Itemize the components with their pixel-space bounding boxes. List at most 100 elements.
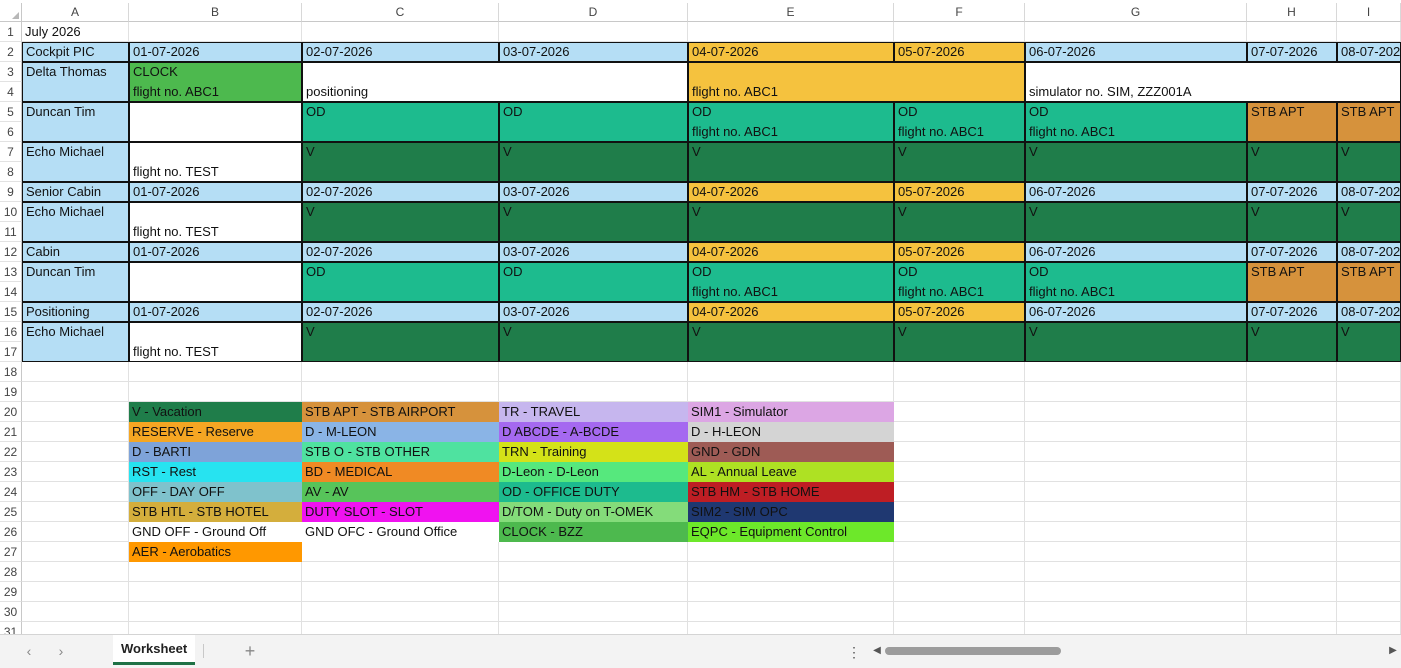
date-header[interactable]: 02-07-2026: [302, 242, 499, 262]
date-header[interactable]: 02-07-2026: [302, 182, 499, 202]
duty-positioning[interactable]: positioning: [302, 62, 688, 102]
legend-item[interactable]: BD - MEDICAL: [302, 462, 499, 482]
section-label[interactable]: Cabin: [22, 242, 129, 262]
column-header[interactable]: E: [688, 3, 894, 22]
date-header[interactable]: 06-07-2026: [1025, 42, 1247, 62]
duty-clock[interactable]: CLOCK flight no. ABC1: [129, 62, 302, 102]
row-header[interactable]: 6: [0, 122, 22, 142]
date-header[interactable]: 01-07-2026: [129, 42, 302, 62]
date-header[interactable]: 04-07-2026: [688, 242, 894, 262]
duty-od[interactable]: OD: [499, 102, 688, 142]
legend-item[interactable]: STB APT - STB AIRPORT: [302, 402, 499, 422]
crew-name[interactable]: Echo Michael: [22, 142, 129, 182]
duty-flight-test[interactable]: flight no. TEST: [129, 142, 302, 182]
duty-vacation[interactable]: V: [1247, 322, 1337, 362]
column-header[interactable]: F: [894, 3, 1025, 22]
row-header[interactable]: 5: [0, 102, 22, 122]
date-header[interactable]: 04-07-2026: [688, 302, 894, 322]
sheet-tab-worksheet[interactable]: Worksheet: [113, 635, 196, 665]
legend-item[interactable]: D ABCDE - A-BCDE: [499, 422, 688, 442]
duty-od[interactable]: OD flight no. ABC1: [688, 102, 894, 142]
date-header[interactable]: 07-07-2026: [1247, 242, 1337, 262]
duty-flight-test[interactable]: flight no. TEST: [129, 322, 302, 362]
section-label[interactable]: Positioning: [22, 302, 129, 322]
date-header[interactable]: 03-07-2026: [499, 42, 688, 62]
empty-duty[interactable]: [129, 102, 302, 142]
row-header[interactable]: 19: [0, 382, 22, 402]
duty-od[interactable]: OD flight no. ABC1: [894, 102, 1025, 142]
date-header[interactable]: 08-07-202: [1337, 242, 1401, 262]
duty-stb-apt[interactable]: STB APT: [1247, 102, 1337, 142]
crew-name[interactable]: Duncan Tim: [22, 262, 129, 302]
row-header[interactable]: 17: [0, 342, 22, 362]
duty-vacation[interactable]: V: [688, 142, 894, 182]
date-header[interactable]: 08-07-202: [1337, 42, 1401, 62]
duty-vacation[interactable]: V: [688, 202, 894, 242]
duty-vacation[interactable]: V: [1247, 142, 1337, 182]
legend-item[interactable]: EQPC - Equipment Control: [688, 522, 894, 542]
date-header[interactable]: 07-07-2026: [1247, 42, 1337, 62]
date-header[interactable]: 02-07-2026: [302, 302, 499, 322]
duty-vacation[interactable]: V: [1025, 202, 1247, 242]
duty-vacation[interactable]: V: [499, 202, 688, 242]
legend-item[interactable]: SIM2 - SIM OPC: [688, 502, 894, 522]
duty-vacation[interactable]: V: [894, 202, 1025, 242]
sheet-title[interactable]: July 2026: [22, 22, 129, 42]
duty-od[interactable]: OD: [499, 262, 688, 302]
date-header[interactable]: 03-07-2026: [499, 182, 688, 202]
legend-item[interactable]: SIM1 - Simulator: [688, 402, 894, 422]
scroll-right-icon[interactable]: ▶: [1386, 643, 1400, 659]
row-header[interactable]: 30: [0, 602, 22, 622]
horizontal-scrollbar[interactable]: [885, 647, 1383, 655]
row-header[interactable]: 4: [0, 82, 22, 102]
duty-od[interactable]: OD flight no. ABC1: [894, 262, 1025, 302]
date-header[interactable]: 06-07-2026: [1025, 242, 1247, 262]
row-header[interactable]: 3: [0, 62, 22, 82]
row-header[interactable]: 8: [0, 162, 22, 182]
row-header[interactable]: 9: [0, 182, 22, 202]
date-header[interactable]: 02-07-2026: [302, 42, 499, 62]
date-header[interactable]: 01-07-2026: [129, 182, 302, 202]
row-header[interactable]: 13: [0, 262, 22, 282]
duty-simulator[interactable]: simulator no. SIM, ZZZ001A: [1025, 62, 1401, 102]
row-header[interactable]: 18: [0, 362, 22, 382]
row-header[interactable]: 28: [0, 562, 22, 582]
legend-item[interactable]: CLOCK - BZZ: [499, 522, 688, 542]
duty-vacation[interactable]: V: [894, 322, 1025, 362]
legend-item[interactable]: STB HTL - STB HOTEL: [129, 502, 302, 522]
date-header[interactable]: 05-07-2026: [894, 302, 1025, 322]
column-header[interactable]: H: [1247, 3, 1337, 22]
date-header[interactable]: 04-07-2026: [688, 182, 894, 202]
legend-item[interactable]: DUTY SLOT - SLOT: [302, 502, 499, 522]
legend-item[interactable]: STB O - STB OTHER: [302, 442, 499, 462]
legend-item[interactable]: D - H-LEON: [688, 422, 894, 442]
plus-icon[interactable]: +: [240, 640, 260, 662]
legend-item[interactable]: D - BARTI: [129, 442, 302, 462]
duty-vacation[interactable]: V: [1337, 322, 1401, 362]
date-header[interactable]: 03-07-2026: [499, 242, 688, 262]
date-header[interactable]: 01-07-2026: [129, 302, 302, 322]
scrollbar-thumb[interactable]: [885, 647, 1061, 655]
legend-item[interactable]: STB HM - STB HOME: [688, 482, 894, 502]
row-header[interactable]: 22: [0, 442, 22, 462]
vertical-dots-icon[interactable]: ⋮: [846, 641, 862, 663]
column-header[interactable]: A: [22, 3, 129, 22]
row-header[interactable]: 26: [0, 522, 22, 542]
column-header[interactable]: C: [302, 3, 499, 22]
row-header[interactable]: 10: [0, 202, 22, 222]
legend-item[interactable]: D-Leon - D-Leon: [499, 462, 688, 482]
duty-vacation[interactable]: V: [302, 322, 499, 362]
date-header[interactable]: 08-07-202: [1337, 182, 1401, 202]
scroll-left-icon[interactable]: ◀: [870, 643, 884, 659]
legend-item[interactable]: AER - Aerobatics: [129, 542, 302, 562]
duty-vacation[interactable]: V: [1025, 322, 1247, 362]
row-header[interactable]: 25: [0, 502, 22, 522]
section-label[interactable]: Cockpit PIC: [22, 42, 129, 62]
chevron-left-icon[interactable]: ‹: [19, 641, 39, 661]
column-header[interactable]: G: [1025, 3, 1247, 22]
row-header[interactable]: 1: [0, 22, 22, 42]
row-header[interactable]: 31: [0, 622, 22, 634]
duty-vacation[interactable]: V: [302, 142, 499, 182]
duty-vacation[interactable]: V: [1337, 142, 1401, 182]
legend-item[interactable]: AV - AV: [302, 482, 499, 502]
